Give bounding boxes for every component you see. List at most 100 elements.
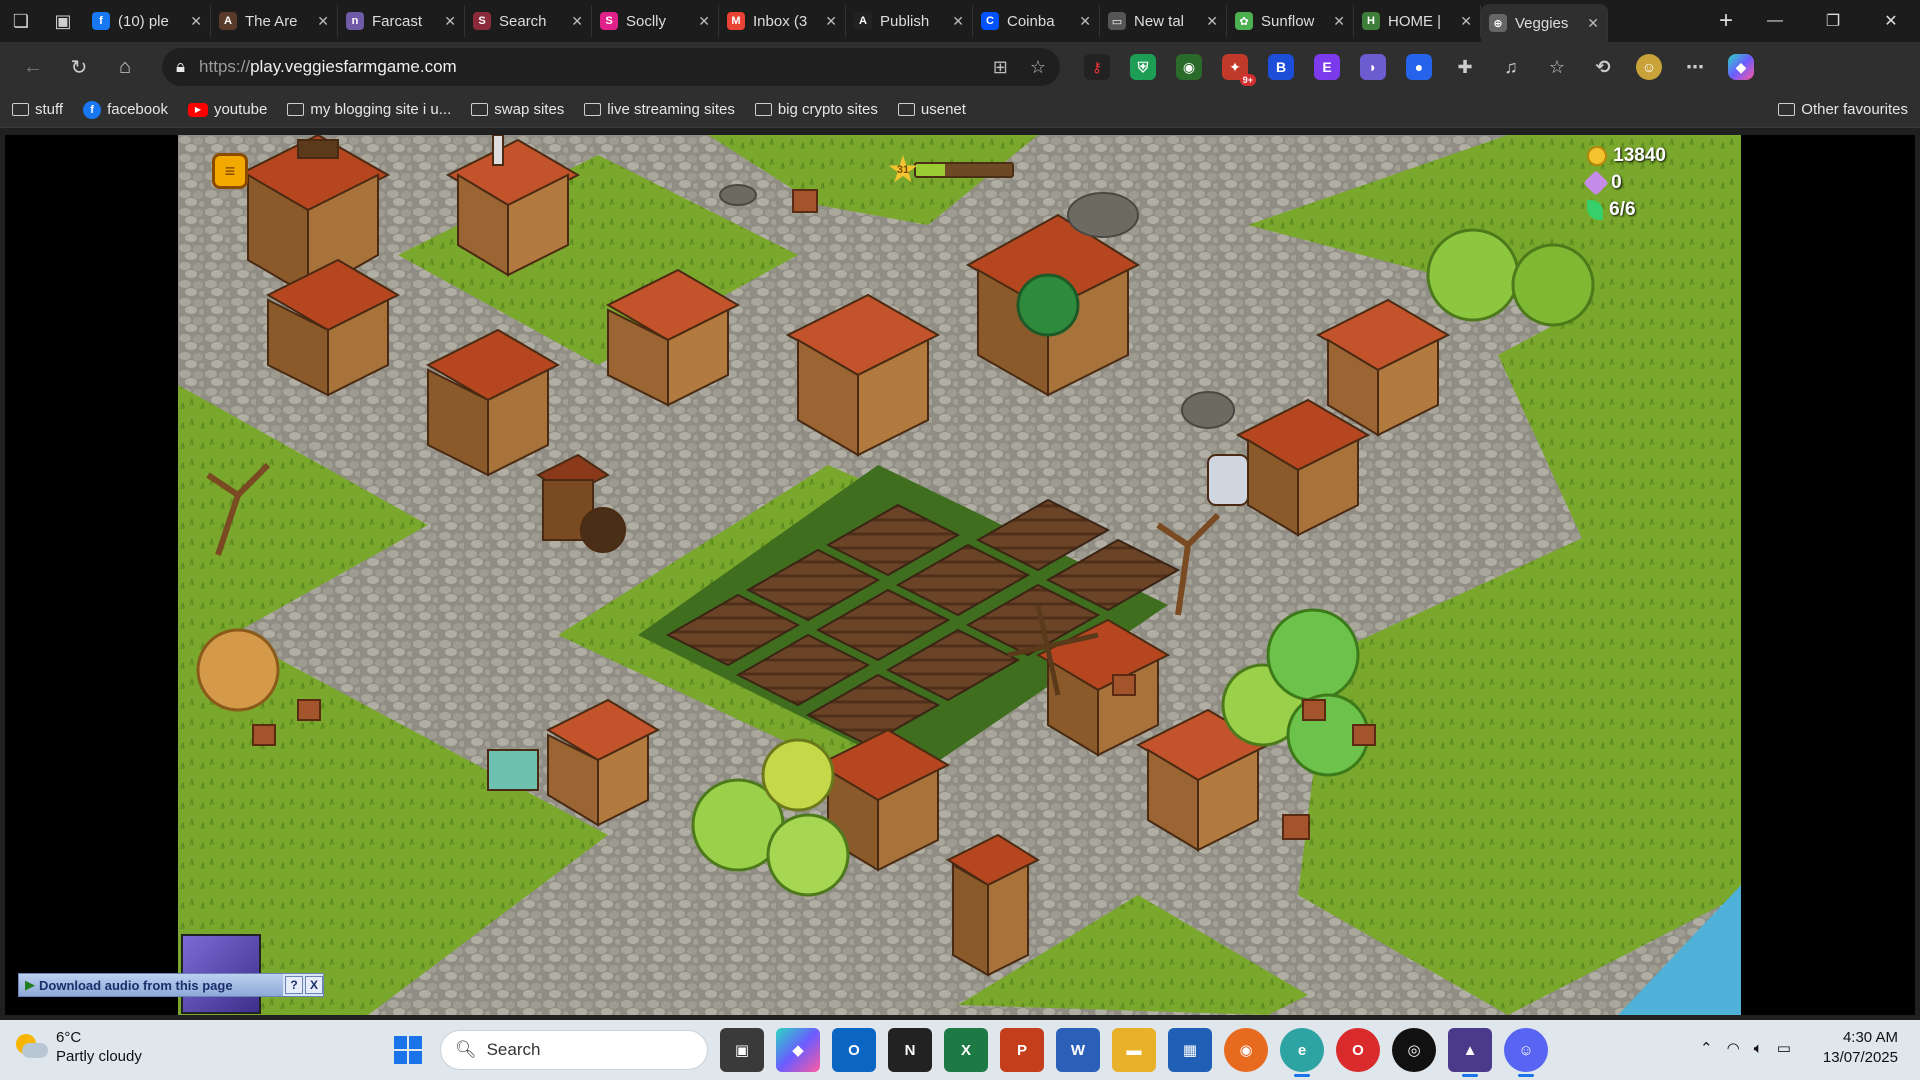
bookmark-2[interactable]: ▶ youtube [187,101,267,118]
bookmark-label: facebook [107,101,168,118]
powerpoint-icon[interactable]: P [1000,1028,1044,1072]
download-audio-button[interactable]: ▶ Download audio from this page [19,974,283,996]
more-menu-icon[interactable]: ⋯ [1682,54,1708,80]
workspaces-icon[interactable]: ❏ [0,0,42,42]
tab-9[interactable]: ✿ Sunflow ✕ [1227,5,1354,37]
folder-icon [287,103,305,116]
close-window-button[interactable]: ✕ [1862,0,1920,42]
tab-close-icon[interactable]: ✕ [444,13,456,30]
minimize-button[interactable]: — [1746,0,1804,42]
tab-title: Inbox (3 [753,12,808,30]
profile-avatar[interactable]: ☺ [1636,54,1662,80]
bookmark-label: big crypto sites [777,101,878,118]
tab-3[interactable]: S Search ✕ [465,5,592,37]
url-host: play.veggiesfarmgame.com [250,57,457,76]
game-canvas[interactable]: ≡ 31 13840 0 6/6 [178,135,1741,1015]
word-icon[interactable]: W [1056,1028,1100,1072]
tab-close-icon[interactable]: ✕ [825,13,837,30]
bookmark-7[interactable]: usenet [897,101,966,118]
volume-icon[interactable]: 🔈︎ [1754,1040,1763,1057]
copilot-app-icon[interactable]: ◆ [776,1028,820,1072]
clock[interactable]: 4:30 AM 13/07/2025 [1823,1028,1898,1068]
tab-5[interactable]: M Inbox (3 ✕ [719,5,846,37]
bookmark-4[interactable]: swap sites [471,101,564,118]
favorites-icon[interactable]: ☆ [1544,54,1570,80]
tab-close-icon[interactable]: ✕ [1587,15,1599,32]
facebook-icon: f [83,100,102,119]
bookmark-5[interactable]: live streaming sites [584,101,735,118]
tab-11[interactable]: ⊕ Veggies ✕ [1481,4,1608,42]
extension-key-icon[interactable]: ⚷ [1084,54,1110,80]
bookmark-6[interactable]: big crypto sites [754,101,878,118]
farm-scene[interactable] [178,135,1741,1015]
tab-2[interactable]: n Farcast ✕ [338,5,465,37]
tray-overflow-chevron-icon[interactable]: ⌃ [1700,1039,1713,1057]
extension-planet-icon[interactable]: ◉ [1176,54,1202,80]
extension-circle-icon[interactable]: ● [1406,54,1432,80]
edge-icon[interactable]: e [1280,1028,1324,1077]
address-bar[interactable]: 🔒︎ https://play.veggiesfarmgame.com ⊞ ☆ [162,48,1060,86]
extension-purple-e-icon[interactable]: E [1314,54,1340,80]
bookmark-0[interactable]: stuff [12,101,63,118]
tab-close-icon[interactable]: ✕ [698,13,710,30]
lock-icon[interactable]: 🔒︎ [176,57,185,77]
bookmark-label: Other favourites [1801,101,1908,118]
tab-close-icon[interactable]: ✕ [190,13,202,30]
copilot-icon[interactable]: ◆ [1728,54,1754,80]
app-available-icon[interactable]: ⊞ [993,57,1008,78]
bookmark-1[interactable]: f facebook [83,100,168,119]
refresh-button[interactable]: ↻ [56,47,102,87]
taskbar-search[interactable]: 🔍︎ Search [440,1030,708,1070]
tab-close-icon[interactable]: ✕ [1206,13,1218,30]
wifi-icon[interactable]: ◠ [1727,1039,1740,1057]
tab-title: Veggies [1515,14,1569,32]
outlook-icon[interactable]: O [832,1028,876,1072]
notion-icon[interactable]: N [888,1028,932,1072]
game-menu-button[interactable]: ≡ [212,153,248,189]
favorite-star-icon[interactable]: ☆ [1030,57,1046,78]
discord-icon[interactable]: ☺ [1504,1028,1548,1077]
start-button[interactable] [388,1030,428,1070]
firefox-icon[interactable]: ◉ [1224,1028,1268,1072]
tab-close-icon[interactable]: ✕ [952,13,964,30]
extension-shield-icon[interactable]: ⛨ [1130,54,1156,80]
opera-icon[interactable]: O [1336,1028,1380,1072]
tab-actions-icon[interactable]: ▣ [42,0,84,42]
tab-close-icon[interactable]: ✕ [1460,13,1472,30]
extensions-puzzle-icon[interactable]: ✚ [1452,54,1478,80]
extension-ghost-icon[interactable]: ◗ [1360,54,1386,80]
file-explorer-icon[interactable]: ▬ [1112,1028,1156,1072]
home-button[interactable]: ⌂ [102,47,148,87]
obs-icon[interactable]: ◎ [1392,1028,1436,1072]
back-button[interactable]: ← [10,47,56,87]
tab-7[interactable]: C Coinba ✕ [973,5,1100,37]
tab-close-icon[interactable]: ✕ [571,13,583,30]
media-control-icon[interactable]: ♫ [1498,54,1524,80]
download-audio-help-button[interactable]: ? [285,976,303,994]
bookmark-other-favourites[interactable]: Other favourites [1778,101,1908,118]
tab-4[interactable]: S Soclly ✕ [592,5,719,37]
extension-fox-icon[interactable]: ✦ 9+ [1222,54,1256,86]
download-audio-close-button[interactable]: X [305,976,323,994]
tab-10[interactable]: H HOME | ✕ [1354,5,1481,37]
coin-icon [1587,146,1608,166]
tab-0[interactable]: f (10) ple ✕ [84,5,211,37]
bookmark-3[interactable]: my blogging site i u... [287,101,451,118]
tab-6[interactable]: A Publish ✕ [846,5,973,37]
search-icon: 🔍︎ [455,1040,477,1059]
microsoft-store-icon[interactable]: ▦ [1168,1028,1212,1072]
tab-1[interactable]: A The Are ✕ [211,5,338,37]
excel-icon[interactable]: X [944,1028,988,1072]
weather-widget[interactable]: 6°C Partly cloudy [14,1028,142,1066]
history-icon[interactable]: ⟲ [1590,54,1616,80]
battery-icon[interactable]: ▭ [1777,1039,1791,1057]
game-app-icon[interactable]: ▲ [1448,1028,1492,1077]
tab-close-icon[interactable]: ✕ [1079,13,1091,30]
tab-close-icon[interactable]: ✕ [317,13,329,30]
restore-button[interactable]: ❐ [1804,0,1862,42]
task-view-icon[interactable]: ▣ [720,1028,764,1072]
tab-close-icon[interactable]: ✕ [1333,13,1345,30]
new-tab-button[interactable]: + [1706,7,1746,35]
tab-8[interactable]: ▭ New tal ✕ [1100,5,1227,37]
extension-blue-shield-icon[interactable]: B [1268,54,1294,80]
